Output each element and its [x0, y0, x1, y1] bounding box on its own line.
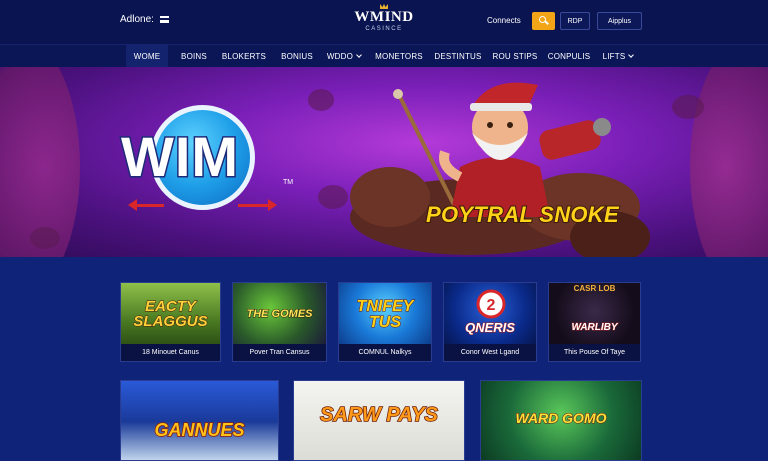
decor-orb — [318, 185, 348, 209]
svg-text:2: 2 — [487, 297, 496, 314]
game-tile[interactable]: GANNUES — [120, 380, 279, 461]
game-thumbnail: SARW PAYS — [294, 381, 464, 460]
game-art-title: GANNUES — [154, 420, 246, 440]
decor-orb — [308, 89, 334, 111]
menu-toggle[interactable]: Adlone: — [120, 14, 169, 25]
game-thumbnail: THE GOMES — [233, 283, 326, 346]
nav-label: ROU STIPS — [492, 51, 538, 61]
nav-item-rou-stips[interactable]: ROU STIPS — [490, 45, 540, 67]
game-thumbnail: EACTY SLAGGUS — [121, 283, 220, 346]
chip-icon: 2 — [476, 289, 506, 319]
game-art-title: EACTY SLAGGUS — [133, 298, 208, 330]
nav-item-lifts[interactable]: LIFTS — [600, 45, 636, 67]
apply-button[interactable]: Aipplus — [597, 12, 642, 30]
logo-subtitle: CASINCE — [365, 26, 403, 32]
connects-link[interactable]: Connects — [487, 16, 521, 25]
nav-item-wome[interactable]: WOME — [126, 45, 168, 67]
brand-left-label: Adlone: — [120, 14, 154, 25]
game-thumbnail: TNIFEY TUS — [339, 283, 431, 346]
game-art-title: WARD GOMO — [515, 410, 607, 426]
game-caption: 18 Minouet Canus — [121, 344, 220, 361]
nav-label: WDDO — [326, 51, 354, 61]
hero-tagline: POYTRAL SNOKE — [425, 201, 620, 228]
arrow-left-icon — [128, 199, 168, 211]
nav-item-blokerts[interactable]: BLOKERTS — [218, 45, 270, 67]
nav-item-destintus[interactable]: DESTINTUS — [434, 45, 482, 67]
game-caption: Pover Tran Cansus — [233, 344, 326, 361]
wizard-character-illustration — [350, 82, 650, 257]
game-thumbnail: CASR LOB WARLIBY — [549, 283, 640, 346]
nav-label: MONETORS — [375, 51, 423, 61]
game-tile[interactable]: CASR LOB WARLIBY This Pouse Of Taye — [548, 282, 641, 362]
decor-orb — [30, 227, 60, 249]
hero-banner[interactable]: WIM TM POYTRAL SNOKE — [0, 67, 768, 257]
nav-label: LIFTS — [602, 51, 626, 61]
game-tile[interactable]: THE GOMES Pover Tran Cansus — [232, 282, 327, 362]
game-caption: This Pouse Of Taye — [549, 344, 640, 361]
nav-label: DESTINTUS — [434, 51, 482, 61]
chevron-down-icon — [628, 52, 635, 58]
games-grid: EACTY SLAGGUS 18 Minouet Canus THE GOMES… — [0, 257, 768, 461]
decor-orb — [672, 95, 704, 119]
nav-item-wddo[interactable]: WDDO — [324, 45, 364, 67]
site-logo[interactable]: WMIND CASINCE — [344, 4, 424, 32]
search-button[interactable] — [532, 12, 555, 30]
game-tile[interactable]: 2 QNERIS Conor West Lgand — [443, 282, 537, 362]
hero-logo-text: WIM — [119, 125, 240, 188]
game-caption: Conor West Lgand — [444, 344, 536, 361]
nav-label: WOME — [133, 51, 161, 61]
game-thumbnail: 2 QNERIS — [444, 283, 536, 346]
nav-label: CONPULIS — [547, 51, 591, 61]
rdp-button[interactable]: RDP — [560, 12, 590, 30]
game-art-title: SARW PAYS — [319, 404, 438, 426]
game-caption: COMNUL Nalkys — [339, 344, 431, 361]
main-nav: WOME BOINS BLOKERTS BONIUS WDDO MONETORS… — [0, 44, 768, 67]
search-icon-handle — [545, 20, 549, 25]
nav-label: BOINS — [181, 51, 207, 61]
game-tile[interactable]: EACTY SLAGGUS 18 Minouet Canus — [120, 282, 221, 362]
nav-item-boins[interactable]: BOINS — [176, 45, 212, 67]
crown-icon — [380, 4, 388, 9]
curtain-right — [690, 67, 768, 257]
game-tile[interactable]: TNIFEY TUS COMNUL Nalkys — [338, 282, 432, 362]
game-art-title: QNERIS — [465, 320, 516, 335]
nav-item-bonius[interactable]: BONIUS — [278, 45, 316, 67]
game-tile[interactable]: SARW PAYS — [293, 380, 465, 461]
game-art-topline: CASR LOB — [573, 284, 616, 293]
game-tile[interactable]: WARD GOMO — [480, 380, 642, 461]
logo-text: WMIND — [354, 9, 414, 25]
hamburger-icon — [159, 16, 169, 23]
chevron-down-icon — [356, 52, 362, 58]
nav-item-conpulis[interactable]: CONPULIS — [546, 45, 592, 67]
nav-label: BLOKERTS — [221, 51, 267, 61]
game-thumbnail: GANNUES — [121, 381, 278, 460]
game-art-title: THE GOMES — [246, 308, 313, 320]
game-thumbnail: WARD GOMO — [481, 381, 641, 460]
arrow-right-icon — [238, 199, 278, 211]
game-art-title: TNIFEY TUS — [356, 298, 414, 331]
game-art-title: WARLIBY — [571, 322, 618, 333]
nav-label: BONIUS — [281, 51, 313, 61]
top-bar: Adlone: WMIND CASINCE Connects RDP Aippl… — [0, 0, 768, 44]
nav-item-monetors[interactable]: MONETORS — [372, 45, 426, 67]
hero-trademark: TM — [283, 179, 294, 186]
